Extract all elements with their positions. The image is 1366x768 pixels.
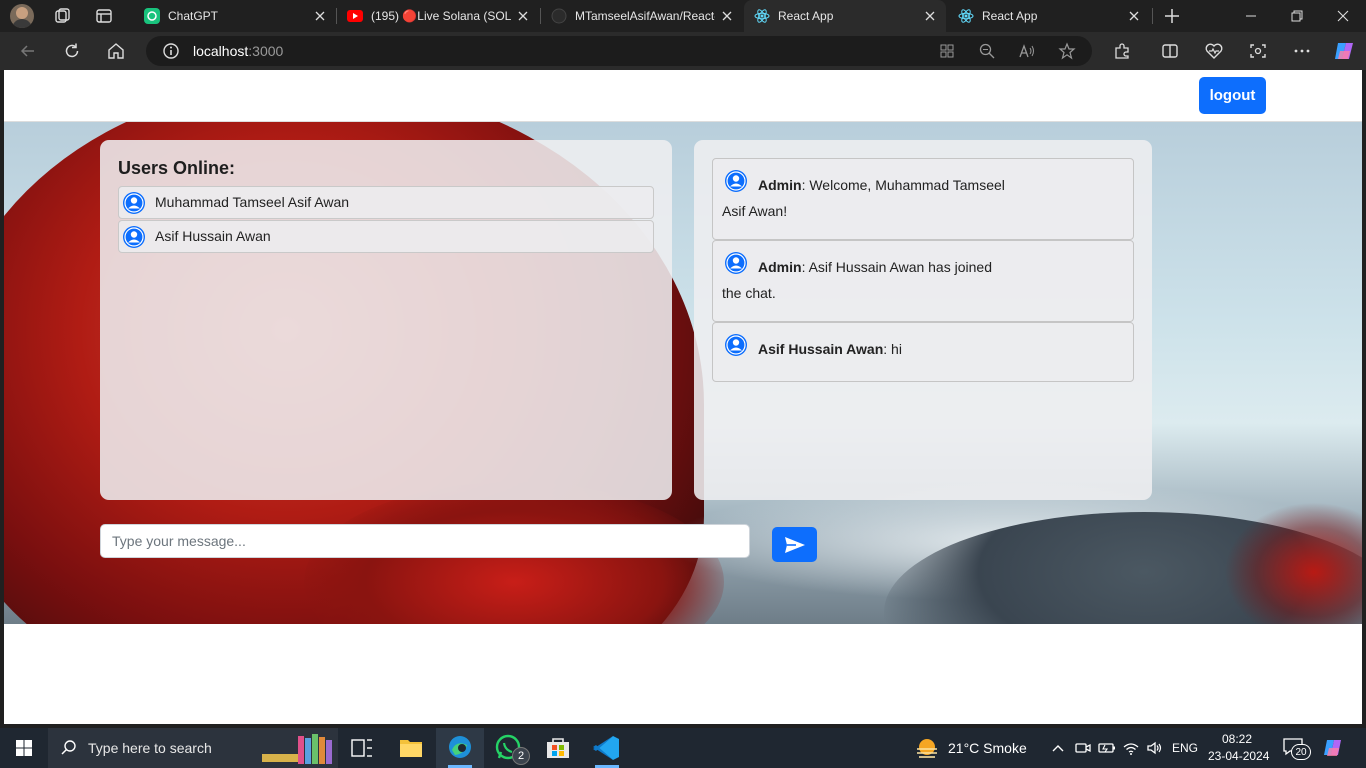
volume-icon[interactable] (1146, 739, 1164, 757)
vscode-icon (593, 736, 619, 760)
windows-start-icon[interactable] (0, 728, 48, 768)
search-placeholder: Type here to search (88, 740, 212, 756)
user-list-item: Asif Hussain Awan (118, 220, 654, 253)
app-navbar: logout (4, 70, 1362, 122)
extensions-icon[interactable] (1112, 41, 1132, 61)
message-input[interactable] (100, 524, 750, 558)
user-avatar-icon (123, 192, 145, 214)
language-indicator[interactable]: ENG (1172, 741, 1198, 755)
read-aloud-icon[interactable] (1018, 42, 1036, 60)
tab-title: ChatGPT (168, 9, 219, 23)
tab-title: MTamseelAsifAwan/React- (575, 9, 715, 23)
wifi-icon[interactable] (1122, 739, 1140, 757)
tab-title: (195) 🔴Live Solana (SOL) (371, 9, 511, 23)
task-view-icon[interactable] (338, 728, 386, 768)
battery-icon[interactable] (1098, 739, 1116, 757)
minimize-icon[interactable] (1228, 0, 1274, 32)
chatgpt-icon (144, 8, 160, 24)
tab-actions-icon[interactable] (94, 6, 114, 26)
message-sender: Admin (758, 177, 802, 193)
chat-message: Admin: Asif Hussain Awan has joined the … (712, 240, 1134, 322)
react-icon (754, 9, 770, 23)
browser-toolbar: localhost:3000 (0, 32, 1366, 70)
clock-date[interactable]: 23-04-2024 (1208, 749, 1269, 763)
send-icon (784, 536, 805, 553)
user-name: Asif Hussain Awan (155, 228, 271, 244)
chat-background: Users Online: Muhammad Tamseel Asif Awan… (4, 122, 1362, 624)
app-available-icon[interactable] (938, 42, 956, 60)
file-explorer-icon[interactable] (387, 728, 435, 768)
workspaces-icon[interactable] (52, 6, 72, 26)
react-icon (958, 9, 974, 23)
user-avatar-icon (123, 226, 145, 248)
message-sender: Admin (758, 259, 802, 275)
clock-time[interactable]: 08:22 (1222, 732, 1252, 746)
refresh-icon[interactable] (62, 41, 82, 61)
users-online-panel: Users Online: Muhammad Tamseel Asif Awan… (100, 140, 672, 500)
more-menu-icon[interactable] (1292, 41, 1312, 61)
tab-title: React App (982, 9, 1038, 23)
window-close-icon[interactable] (1320, 0, 1366, 32)
send-button[interactable] (772, 527, 817, 562)
weather-text[interactable]: 21°C Smoke (948, 740, 1027, 756)
url-text: localhost:3000 (193, 43, 284, 59)
page-viewport: logout Users Online: Muhammad Tamseel As… (4, 70, 1362, 724)
browser-essentials-icon[interactable] (1204, 41, 1224, 61)
message-text: Admin: Welcome, Muhammad Tamseel Asif Aw… (722, 172, 1012, 224)
tab-react-app-active[interactable]: React App (744, 0, 946, 32)
vscode-taskbar[interactable] (583, 728, 631, 768)
copilot-taskbar-icon[interactable] (1322, 737, 1344, 759)
message-sender: Asif Hussain Awan (758, 341, 884, 357)
user-list-item: Muhammad Tamseel Asif Awan (118, 186, 654, 219)
close-icon[interactable] (719, 8, 735, 24)
search-icon (61, 740, 76, 755)
split-screen-icon[interactable] (1160, 41, 1180, 61)
notification-count: 20 (1291, 744, 1311, 760)
message-text: Admin: Asif Hussain Awan has joined the … (722, 254, 1012, 306)
site-info-icon[interactable] (162, 42, 180, 60)
edge-taskbar-active[interactable] (436, 728, 484, 768)
address-bar[interactable]: localhost:3000 (146, 36, 1092, 66)
favorite-star-icon[interactable] (1058, 42, 1076, 60)
tab-chatgpt[interactable]: ChatGPT (134, 0, 336, 32)
tab-react-app[interactable]: React App (948, 0, 1150, 32)
youtube-icon (347, 10, 363, 22)
chat-message: Asif Hussain Awan: hi (712, 322, 1134, 382)
github-icon (551, 8, 567, 24)
message-body: : hi (883, 341, 902, 357)
notifications-button[interactable]: 20 (1282, 736, 1311, 760)
microsoft-store-icon[interactable] (534, 728, 582, 768)
windows-taskbar: Type here to search 2 21°C Smoke ENG 08:… (0, 728, 1366, 768)
message-text: Asif Hussain Awan: hi (722, 336, 1012, 362)
close-icon[interactable] (312, 8, 328, 24)
chat-message: Admin: Welcome, Muhammad Tamseel Asif Aw… (712, 158, 1134, 240)
books-highlight-icon (262, 734, 332, 764)
tab-github[interactable]: MTamseelAsifAwan/React- (541, 0, 743, 32)
back-arrow-icon[interactable] (18, 41, 38, 61)
chevron-up-icon[interactable] (1050, 740, 1066, 756)
home-icon[interactable] (106, 41, 126, 61)
weather-sun-haze-icon (917, 739, 937, 758)
meet-now-icon[interactable] (1074, 739, 1092, 757)
restore-icon[interactable] (1274, 0, 1320, 32)
edge-icon (449, 736, 471, 758)
browser-tab-strip: ChatGPT (195) 🔴Live Solana (SOL) MTamsee… (0, 0, 1366, 32)
copilot-icon[interactable] (1332, 39, 1356, 63)
close-icon[interactable] (1126, 8, 1142, 24)
whatsapp-badge: 2 (512, 747, 530, 765)
new-tab-icon[interactable] (1162, 6, 1182, 26)
tab-title: React App (778, 9, 834, 23)
users-online-title: Users Online: (118, 158, 236, 178)
close-icon[interactable] (515, 8, 531, 24)
logout-button[interactable]: logout (1199, 77, 1266, 114)
screenshot-icon[interactable] (1248, 41, 1268, 61)
user-name: Muhammad Tamseel Asif Awan (155, 194, 350, 210)
taskbar-search[interactable]: Type here to search (48, 728, 338, 768)
zoom-icon[interactable] (978, 42, 996, 60)
tab-youtube[interactable]: (195) 🔴Live Solana (SOL) (337, 0, 539, 32)
whatsapp-taskbar[interactable]: 2 (485, 728, 533, 768)
close-icon[interactable] (922, 8, 938, 24)
chat-messages-panel: Admin: Welcome, Muhammad Tamseel Asif Aw… (694, 140, 1152, 500)
profile-avatar[interactable] (10, 4, 34, 28)
